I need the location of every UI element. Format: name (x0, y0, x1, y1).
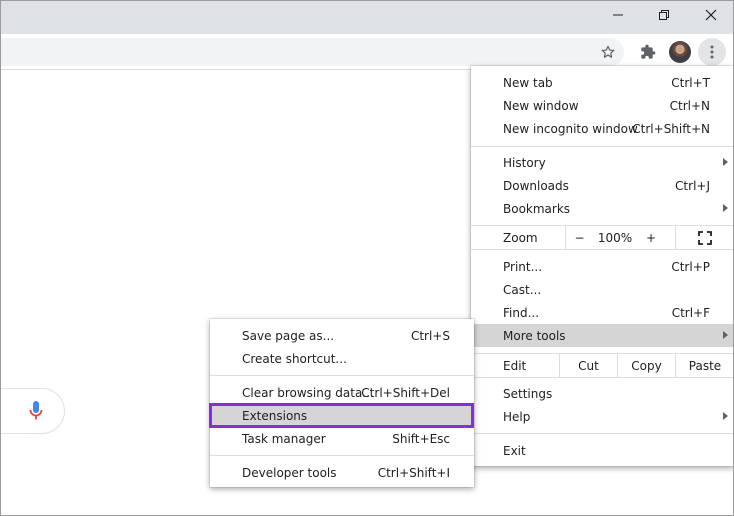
menu-item-shortcut: Ctrl+Shift+N (632, 121, 710, 136)
submenu-arrow-icon (723, 204, 728, 212)
puzzle-icon (641, 44, 656, 59)
menu-item-label: Developer tools (242, 465, 337, 480)
minimize-icon (613, 14, 623, 16)
mic-icon (29, 401, 43, 420)
restore-icon (659, 10, 669, 20)
cut-button[interactable]: Cut (559, 354, 617, 377)
submenu-item-extensions[interactable]: Extensions (210, 404, 474, 427)
menu-item-label: New tab (503, 75, 553, 90)
menu-item-label: Create shortcut... (242, 351, 347, 366)
menu-item-shortcut: Ctrl+J (675, 178, 710, 193)
submenu-item-create-shortcut[interactable]: Create shortcut... (210, 347, 474, 370)
voice-search-button[interactable] (28, 400, 44, 425)
menu-separator (471, 433, 734, 434)
menu-item-new-window[interactable]: New window Ctrl+N (471, 94, 734, 117)
menu-item-history[interactable]: History (471, 151, 734, 174)
menu-item-new-incognito[interactable]: New incognito window Ctrl+Shift+N (471, 117, 734, 140)
minimize-button[interactable] (595, 0, 641, 30)
menu-item-more-tools[interactable]: More tools (471, 324, 734, 347)
close-button[interactable] (688, 0, 734, 30)
more-tools-submenu: Save page as... Ctrl+S Create shortcut..… (210, 319, 474, 487)
submenu-arrow-icon (723, 158, 728, 166)
star-icon (601, 45, 615, 58)
title-bar (0, 0, 734, 34)
menu-item-label: Save page as... (242, 328, 335, 343)
menu-item-downloads[interactable]: Downloads Ctrl+J (471, 174, 734, 197)
submenu-arrow-icon (723, 412, 728, 420)
menu-item-shortcut: Ctrl+T (671, 75, 710, 90)
fullscreen-button[interactable] (675, 226, 734, 249)
edit-label: Edit (503, 359, 527, 373)
menu-item-label: More tools (503, 328, 566, 343)
menu-item-shortcut: Ctrl+N (669, 98, 710, 113)
close-icon (705, 9, 717, 21)
extensions-button[interactable] (634, 38, 662, 66)
zoom-label: Zoom (503, 231, 538, 245)
restore-button[interactable] (641, 0, 687, 30)
menu-item-label: New incognito window (503, 121, 638, 136)
bookmark-button[interactable] (594, 38, 622, 66)
menu-item-shortcut: Shift+Esc (392, 431, 450, 446)
menu-separator (210, 375, 474, 376)
menu-item-label: Settings (503, 386, 553, 401)
submenu-item-task-manager[interactable]: Task manager Shift+Esc (210, 427, 474, 450)
chrome-menu: New tab Ctrl+T New window Ctrl+N New inc… (471, 66, 734, 466)
menu-item-cast[interactable]: Cast... (471, 278, 734, 301)
submenu-item-save-page[interactable]: Save page as... Ctrl+S (210, 324, 474, 347)
zoom-out-button[interactable]: − (565, 226, 593, 249)
address-bar[interactable] (0, 38, 624, 66)
menu-item-label: Clear browsing data... (242, 385, 374, 400)
menu-item-label: Find... (503, 305, 540, 320)
kebab-icon (710, 45, 714, 59)
menu-item-label: Task manager (242, 431, 326, 446)
menu-item-label: Help (503, 409, 531, 424)
fullscreen-icon (698, 230, 712, 245)
menu-item-label: Cast... (503, 282, 542, 297)
submenu-item-clear-data[interactable]: Clear browsing data... Ctrl+Shift+Del (210, 381, 474, 404)
menu-item-new-tab[interactable]: New tab Ctrl+T (471, 71, 734, 94)
copy-button[interactable]: Copy (617, 354, 675, 377)
menu-separator (471, 146, 734, 147)
submenu-item-developer-tools[interactable]: Developer tools Ctrl+Shift+I (210, 461, 474, 484)
menu-item-label: New window (503, 98, 579, 113)
menu-item-label: Print... (503, 259, 543, 274)
edit-row: Edit Cut Copy Paste (471, 353, 734, 378)
avatar (669, 41, 691, 63)
menu-item-settings[interactable]: Settings (471, 382, 734, 405)
browser-toolbar (0, 34, 734, 70)
profile-button[interactable] (666, 38, 694, 66)
menu-item-print[interactable]: Print... Ctrl+P (471, 255, 734, 278)
menu-item-label: History (503, 155, 546, 170)
paste-button[interactable]: Paste (675, 354, 734, 377)
menu-item-bookmarks[interactable]: Bookmarks (471, 197, 734, 220)
menu-item-help[interactable]: Help (471, 405, 734, 428)
menu-item-find[interactable]: Find... Ctrl+F (471, 301, 734, 324)
menu-separator (210, 455, 474, 456)
menu-item-exit[interactable]: Exit (471, 439, 734, 462)
zoom-level: 100% (597, 230, 633, 245)
menu-item-shortcut: Ctrl+Shift+I (377, 465, 450, 480)
menu-item-shortcut: Ctrl+S (410, 328, 450, 343)
menu-item-label: Extensions (242, 408, 308, 423)
menu-item-label: Bookmarks (503, 201, 571, 216)
menu-item-shortcut: Ctrl+P (671, 259, 710, 274)
zoom-in-button[interactable]: + (637, 226, 665, 249)
zoom-row: Zoom − 100% + (471, 225, 734, 250)
menu-item-shortcut: Ctrl+F (671, 305, 710, 320)
menu-button[interactable] (698, 38, 726, 66)
submenu-arrow-icon (723, 331, 728, 339)
menu-item-label: Exit (503, 443, 526, 458)
menu-item-label: Downloads (503, 178, 569, 193)
menu-item-shortcut: Ctrl+Shift+Del (361, 385, 450, 400)
